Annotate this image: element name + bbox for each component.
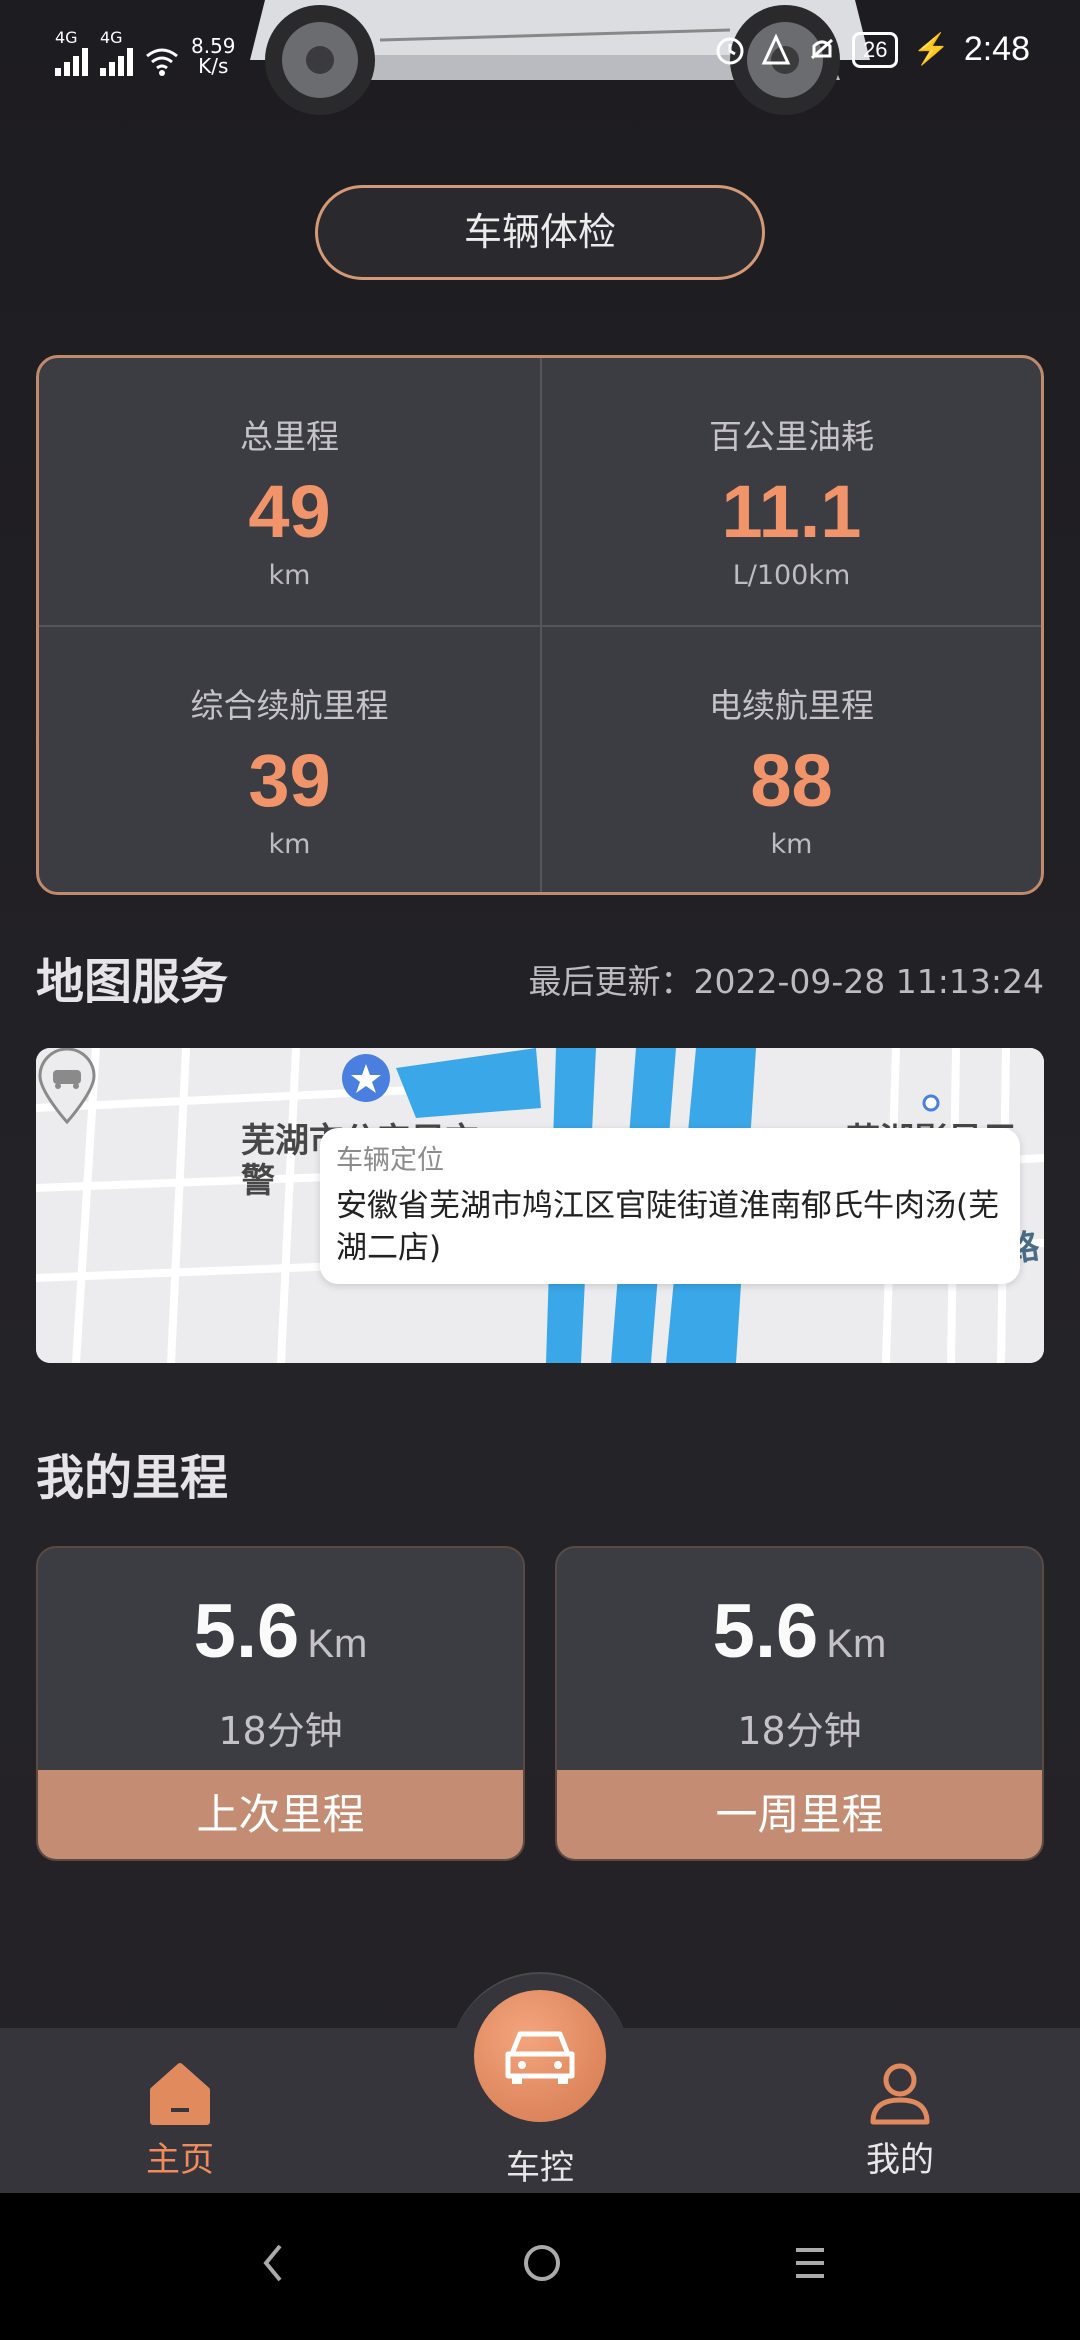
mileage-amount: 5.6 Km — [557, 1588, 1042, 1675]
stat-value: 11.1 — [721, 470, 862, 553]
stat-label: 总里程 — [240, 417, 339, 456]
vehicle-stats-panel: 总里程 49 km 百公里油耗 11.1 L/100km 综合续航里程 39 k… — [36, 355, 1044, 895]
map-view[interactable]: 芜湖市公安局交 警 芜湖影星巨 司 惠路 车辆定位 安徽省芜湖市鸠江区官陡街道淮… — [36, 1048, 1044, 1363]
mileage-amount: 5.6 Km — [38, 1588, 523, 1675]
battery-level: 26 — [851, 31, 899, 68]
nav-home[interactable]: 主页 — [80, 2028, 280, 2181]
nav-mine[interactable]: 我的 — [800, 2028, 1000, 2181]
last-trip-card[interactable]: 5.6 Km 18分钟 上次里程 — [36, 1546, 525, 1861]
profile-icon — [870, 2063, 930, 2125]
vibrate-icon — [761, 33, 791, 64]
app-screen: 4G 4G 8.59 K/s 26 ⚡ 2:48 车辆体检 总里程 49 km … — [0, 0, 1080, 2340]
charging-icon: ⚡ — [912, 33, 950, 66]
vehicle-health-check-button[interactable]: 车辆体检 — [315, 185, 765, 280]
stat-unit: km — [770, 829, 813, 860]
back-icon[interactable] — [258, 2238, 288, 2288]
weekly-mileage-card[interactable]: 5.6 Km 18分钟 一周里程 — [555, 1546, 1044, 1861]
stat-fuel-consumption: 百公里油耗 11.1 L/100km — [540, 358, 1041, 625]
mileage-value: 5.6 — [193, 1589, 300, 1674]
stat-value: 49 — [248, 470, 331, 553]
stat-value: 39 — [248, 739, 331, 822]
net-speed-unit: K/s — [198, 54, 229, 78]
status-right: 26 ⚡ 2:48 — [714, 30, 1030, 69]
nav-mine-label: 我的 — [866, 2140, 934, 2180]
mileage-unit: Km — [307, 1622, 368, 1666]
signal-bars-icon — [100, 46, 133, 76]
home-circle-icon[interactable] — [522, 2238, 562, 2288]
mileage-unit: Km — [826, 1622, 887, 1666]
network-type-2: 4G — [100, 28, 123, 47]
car-icon — [505, 2031, 575, 2084]
nav-home-label: 主页 — [146, 2140, 214, 2180]
stat-unit: L/100km — [732, 560, 851, 591]
weekly-mileage-button[interactable]: 一周里程 — [557, 1770, 1042, 1859]
nav-control-label: 车控 — [506, 2148, 574, 2188]
signal-bars-icon — [55, 46, 88, 76]
alarm-icon — [716, 37, 744, 64]
vehicle-control-button[interactable] — [474, 1990, 606, 2122]
stat-combined-range: 综合续航里程 39 km — [39, 625, 540, 892]
status-bar: 4G 4G 8.59 K/s 26 ⚡ 2:48 — [0, 0, 1080, 115]
mileage-duration: 18分钟 — [218, 1709, 343, 1753]
location-address: 安徽省芜湖市鸠江区官陡街道淮南郁氏牛肉汤(芜湖二店) — [336, 1188, 1000, 1266]
map-service-title: 地图服务 — [36, 954, 229, 1010]
system-navigation-bar — [0, 2193, 1080, 2340]
clock: 2:48 — [963, 30, 1030, 68]
net-speed-value: 8.59 — [191, 34, 236, 58]
mileage-value: 5.6 — [712, 1589, 819, 1674]
mute-icon — [810, 38, 833, 59]
last-trip-button[interactable]: 上次里程 — [38, 1770, 523, 1859]
net-speed: 8.59 K/s — [191, 36, 236, 76]
stat-electric-range: 电续航里程 88 km — [540, 625, 1041, 892]
status-left: 4G 4G 8.59 K/s — [55, 30, 236, 76]
mileage-title: 我的里程 — [36, 1450, 229, 1506]
stat-label: 电续航里程 — [709, 686, 874, 725]
last-updated: 最后更新：2022-09-28 11:13:24 — [528, 962, 1044, 1001]
menu-icon[interactable] — [792, 2238, 828, 2288]
wifi-icon — [146, 48, 178, 76]
stat-total-mileage: 总里程 49 km — [39, 358, 540, 625]
signal-1: 4G — [55, 30, 88, 76]
map-label: 警 — [241, 1161, 275, 1201]
poi-star-icon — [342, 1054, 390, 1102]
stat-label: 综合续航里程 — [190, 686, 389, 725]
stat-value: 88 — [750, 739, 833, 822]
home-icon — [150, 2063, 210, 2125]
stat-unit: km — [268, 560, 311, 591]
car-location-pin-icon — [38, 1048, 96, 1124]
stat-label: 百公里油耗 — [709, 417, 874, 456]
mileage-duration: 18分钟 — [737, 1709, 862, 1753]
vehicle-location-card[interactable]: 车辆定位 安徽省芜湖市鸠江区官陡街道淮南郁氏牛肉汤(芜湖二店) — [320, 1128, 1020, 1284]
stat-unit: km — [268, 829, 311, 860]
signal-2: 4G — [100, 30, 133, 76]
location-label: 车辆定位 — [336, 1145, 444, 1176]
network-type-1: 4G — [55, 28, 78, 47]
